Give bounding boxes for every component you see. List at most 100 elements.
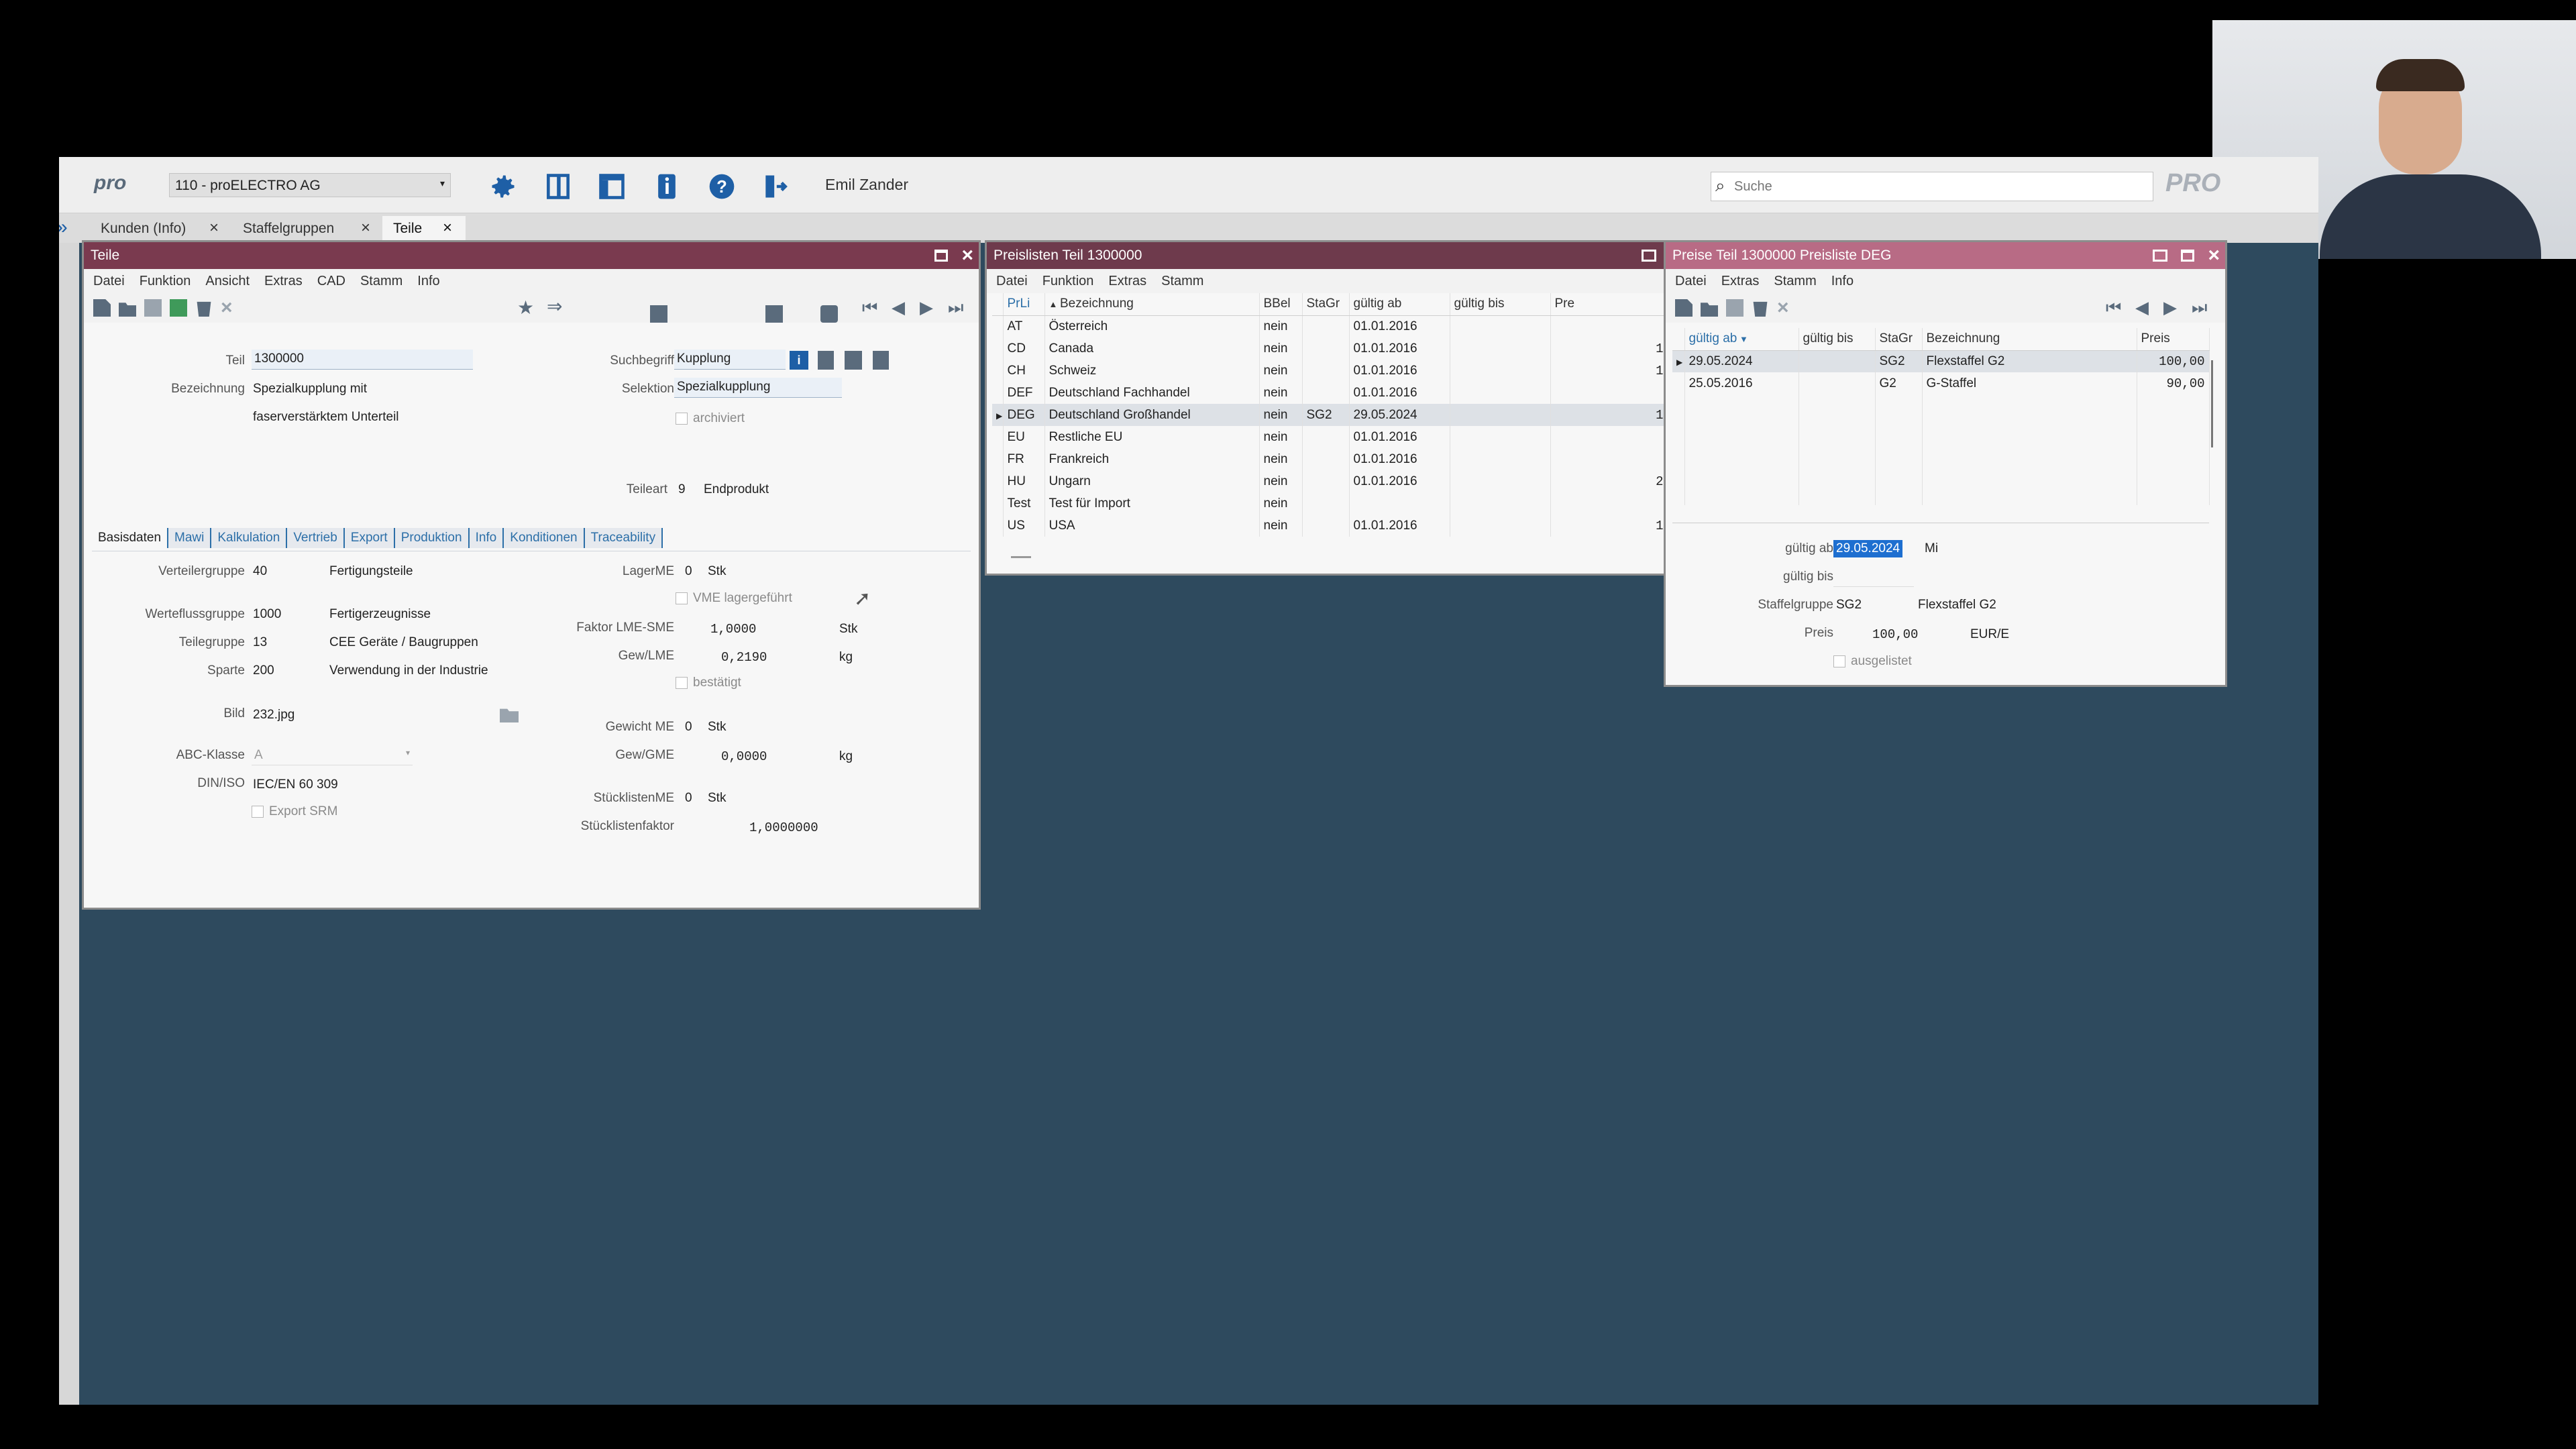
first-record-icon[interactable]: ⏮ xyxy=(2106,297,2121,319)
layout-icon[interactable] xyxy=(597,172,627,201)
menu-stamm[interactable]: Stamm xyxy=(1774,274,1816,289)
tab-teile[interactable]: Teile × xyxy=(382,216,466,243)
help-icon[interactable]: ? xyxy=(707,172,737,201)
din-iso-value[interactable]: IEC/EN 60 309 xyxy=(253,777,338,792)
col-bezeichnung[interactable]: ▲ Bezeichnung xyxy=(1044,293,1260,316)
copy-icon[interactable] xyxy=(170,299,187,317)
archiviert-checkbox[interactable] xyxy=(676,413,688,425)
calendar-icon[interactable] xyxy=(650,305,667,323)
tab-konditionen[interactable]: Konditionen xyxy=(504,528,585,548)
menu-funktion[interactable]: Funktion xyxy=(140,274,191,289)
col-stagr[interactable]: StaGr xyxy=(1875,328,1923,351)
table-row-selected[interactable]: ▶ DEG Deutschland Großhandel nein SG2 29.05.2… xyxy=(992,404,1707,426)
selektion-input[interactable]: Spezialkupplung xyxy=(674,378,842,398)
table-row[interactable]: 25.05.2016 G2 G-Staffel 90,00 xyxy=(1672,372,2210,394)
table-row[interactable]: HUUngarnnein01.01.201622.326 xyxy=(992,470,1707,492)
sparte-code[interactable]: 200 xyxy=(253,663,274,678)
star-icon[interactable]: ★ xyxy=(517,297,534,319)
col-gueltig-bis[interactable]: gültig bis xyxy=(1450,293,1551,316)
search-box[interactable]: ⌕ xyxy=(1711,172,2153,201)
menu-ansicht[interactable]: Ansicht xyxy=(205,274,250,289)
tab-staffelgruppen[interactable]: Staffelgruppen × xyxy=(236,216,380,240)
table-row[interactable]: CDCanadanein01.01.2016123,20 xyxy=(992,337,1707,360)
info-icon[interactable]: i xyxy=(790,351,808,370)
delete-icon[interactable] xyxy=(1753,301,1768,317)
open-folder-icon[interactable] xyxy=(119,303,136,317)
gew-gme-value[interactable]: 0,0000 xyxy=(721,749,767,764)
menu-funktion[interactable]: Funktion xyxy=(1042,274,1094,289)
gueltig-ab-input[interactable]: 29.05.2024 xyxy=(1833,540,1903,557)
col-gueltig-ab[interactable]: gültig ab ▼ xyxy=(1684,328,1799,351)
tab-vertrieb[interactable]: Vertrieb xyxy=(287,528,345,548)
edit-icon[interactable] xyxy=(845,351,862,370)
gewicht-me-code[interactable]: 0 xyxy=(685,720,692,735)
vme-checkbox[interactable] xyxy=(676,592,688,604)
maximize-icon[interactable] xyxy=(2181,250,2195,262)
panel-icon[interactable] xyxy=(543,172,573,201)
menu-stamm[interactable]: Stamm xyxy=(1161,274,1203,289)
close-icon[interactable]: × xyxy=(961,244,973,267)
table-row-empty[interactable] xyxy=(1672,483,2210,505)
gueltig-bis-input[interactable] xyxy=(1833,567,1914,587)
bezeichnung-line1[interactable]: Spezialkupplung mit xyxy=(253,382,367,396)
tab-export[interactable]: Export xyxy=(344,528,395,548)
cancel-icon[interactable]: × xyxy=(221,298,238,318)
menu-info[interactable]: Info xyxy=(417,274,439,289)
last-record-icon[interactable]: ⏭ xyxy=(948,297,963,319)
company-select[interactable]: 110 - proELECTRO AG ▾ xyxy=(169,173,451,197)
ausgelistet-checkbox[interactable] xyxy=(1833,655,1845,667)
col-gueltig-ab[interactable]: gültig ab xyxy=(1349,293,1450,316)
document-icon[interactable] xyxy=(818,351,834,370)
bezeichnung-line2[interactable]: faserverstärktem Unterteil xyxy=(253,410,399,425)
verteilergruppe-code[interactable]: 40 xyxy=(253,564,267,579)
close-icon[interactable]: × xyxy=(2208,244,2220,267)
suchbegriff-input[interactable]: Kupplung xyxy=(674,350,786,370)
menu-datei[interactable]: Datei xyxy=(996,274,1028,289)
table-row-empty[interactable] xyxy=(1672,461,2210,483)
print-icon[interactable] xyxy=(765,305,783,323)
menu-datei[interactable]: Datei xyxy=(1675,274,1707,289)
camera-icon[interactable] xyxy=(820,305,838,323)
col-gueltig-bis[interactable]: gültig bis xyxy=(1799,328,1876,351)
notes-icon[interactable] xyxy=(873,351,889,370)
gew-lme-value[interactable]: 0,2190 xyxy=(721,650,767,665)
werteflussgruppe-code[interactable]: 1000 xyxy=(253,607,281,622)
next-record-icon[interactable]: ▶ xyxy=(2163,297,2177,318)
close-icon[interactable]: × xyxy=(361,219,370,237)
save-icon[interactable] xyxy=(1726,299,1743,317)
delete-icon[interactable] xyxy=(197,301,211,317)
col-bezeichnung[interactable]: Bezeichnung xyxy=(1922,328,2137,351)
table-row[interactable]: TestTest für Importnein0,00 xyxy=(992,492,1707,515)
restore-icon[interactable] xyxy=(2153,250,2168,262)
cancel-icon[interactable]: × xyxy=(1777,298,1794,318)
lagerme-code[interactable]: 0 xyxy=(685,564,692,579)
last-record-icon[interactable]: ⏭ xyxy=(2192,297,2207,319)
first-record-icon[interactable]: ⏮ xyxy=(862,297,877,319)
col-preis[interactable]: Preis xyxy=(2137,328,2210,351)
info-icon[interactable] xyxy=(652,172,682,201)
menu-extras[interactable]: Extras xyxy=(264,274,303,289)
abc-klasse-select[interactable]: A ▾ xyxy=(252,745,413,765)
menu-stamm[interactable]: Stamm xyxy=(360,274,402,289)
close-icon[interactable]: × xyxy=(209,219,219,237)
close-icon[interactable]: × xyxy=(443,219,452,237)
col-stagr[interactable]: StaGr xyxy=(1302,293,1350,316)
menu-info[interactable]: Info xyxy=(1831,274,1854,289)
tab-basisdaten[interactable]: Basisdaten xyxy=(92,528,169,548)
table-row-selected[interactable]: ▶ 29.05.2024 SG2 Flexstaffel G2 100,00 xyxy=(1672,350,2210,372)
table-row-empty[interactable] xyxy=(1672,439,2210,461)
new-document-icon[interactable] xyxy=(93,299,111,317)
table-row[interactable]: ATÖsterreichnein01.01.201686,70 xyxy=(992,315,1707,337)
teilegruppe-code[interactable]: 13 xyxy=(253,635,267,650)
gear-icon[interactable] xyxy=(488,172,518,201)
vertical-scrollbar[interactable] xyxy=(2211,360,2213,447)
tabs-expand-icon[interactable]: » xyxy=(59,216,68,239)
export-srm-checkbox[interactable] xyxy=(252,806,264,818)
open-folder-icon[interactable] xyxy=(1701,303,1718,317)
bestaetigt-checkbox[interactable] xyxy=(676,677,688,689)
new-document-icon[interactable] xyxy=(1675,299,1693,317)
table-row[interactable]: CHSchweiznein01.01.2016141,60 xyxy=(992,360,1707,382)
menu-extras[interactable]: Extras xyxy=(1108,274,1146,289)
faktor-value[interactable]: 1,0000 xyxy=(710,622,756,637)
stuecklistenfaktor-value[interactable]: 1,0000000 xyxy=(749,820,818,835)
